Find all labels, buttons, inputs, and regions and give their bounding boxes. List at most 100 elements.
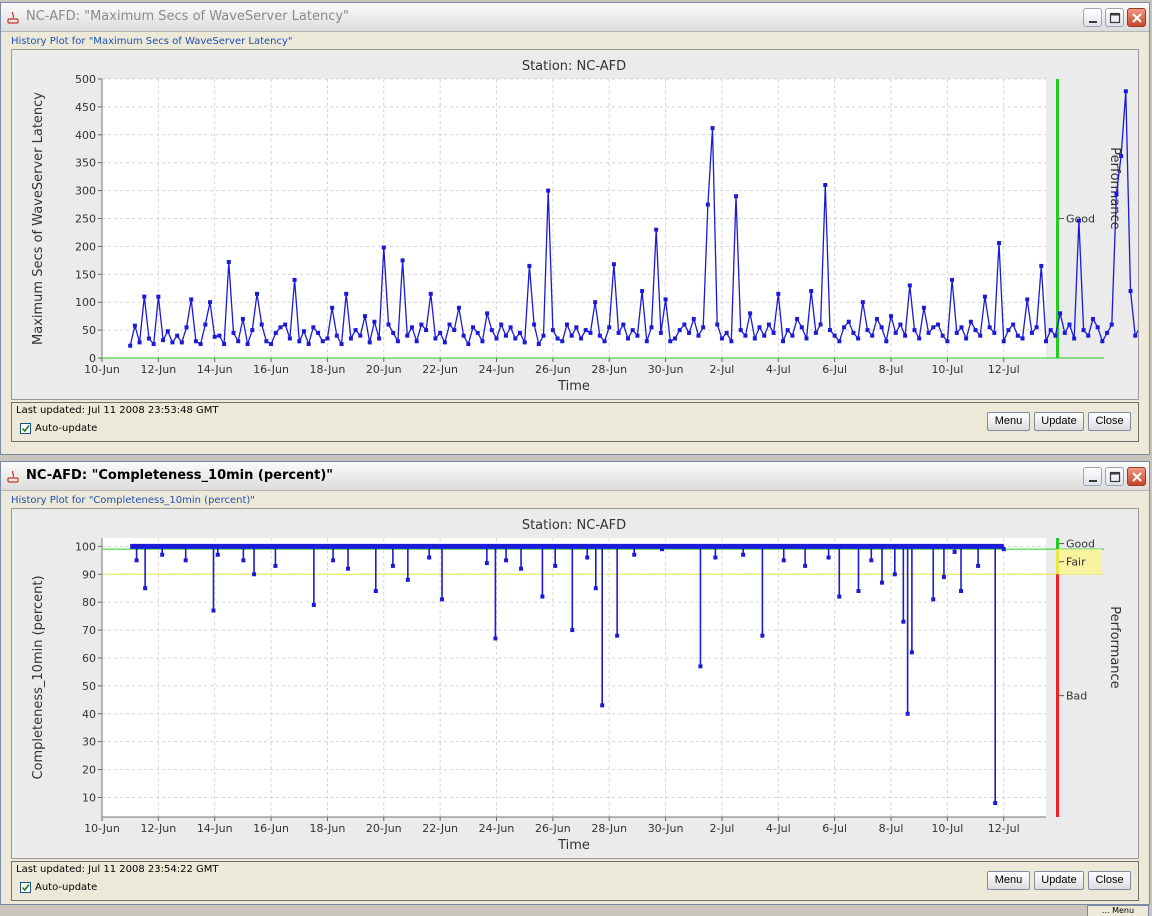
- data-point: [260, 323, 264, 327]
- window-content: History Plot for "Completeness_10min (pe…: [5, 492, 1145, 900]
- close-window-button[interactable]: [1127, 467, 1146, 486]
- x-tick-label: 14-Jun: [197, 363, 233, 376]
- menu-button[interactable]: Menu: [987, 871, 1030, 890]
- x-tick-label: 12-Jun: [140, 822, 176, 835]
- data-point: [1025, 297, 1029, 301]
- window-content: History Plot for "Maximum Secs of WaveSe…: [5, 33, 1145, 450]
- check-icon: [21, 424, 30, 433]
- data-point: [194, 339, 198, 343]
- x-tick-label: 4-Jul: [766, 822, 791, 835]
- checkbox-box[interactable]: [20, 423, 31, 434]
- y-tick-label: 30: [82, 736, 96, 749]
- y-tick-label: 40: [82, 708, 96, 721]
- data-point: [635, 334, 639, 338]
- data-point: [978, 334, 982, 338]
- data-point: [615, 634, 619, 638]
- data-point: [931, 325, 935, 329]
- data-point: [1063, 331, 1067, 335]
- minimize-button[interactable]: [1083, 8, 1102, 27]
- data-point: [955, 331, 959, 335]
- data-point: [1002, 339, 1006, 343]
- x-tick-label: 18-Jun: [310, 822, 346, 835]
- performance-axis-label: Performance: [1107, 606, 1122, 688]
- data-point: [706, 203, 710, 207]
- y-tick-label: 100: [75, 540, 96, 553]
- data-point: [499, 323, 503, 327]
- data-point: [856, 336, 860, 340]
- data-point: [748, 311, 752, 315]
- x-tick-label: 12-Jul: [988, 363, 1020, 376]
- data-point: [917, 336, 921, 340]
- background-window-stub[interactable]: ... Menu: [1087, 905, 1149, 916]
- data-point: [866, 328, 870, 332]
- close-button[interactable]: Close: [1088, 412, 1131, 431]
- close-window-button[interactable]: [1127, 8, 1146, 27]
- data-point: [912, 328, 916, 332]
- data-point: [283, 323, 287, 327]
- plot-area: [102, 538, 1046, 817]
- maximize-button[interactable]: [1105, 467, 1124, 486]
- title-bar[interactable]: NC-AFD: "Completeness_10min (percent)": [1, 462, 1149, 491]
- data-point: [837, 339, 841, 343]
- data-point: [424, 328, 428, 332]
- maximize-button[interactable]: [1105, 8, 1124, 27]
- data-point: [227, 260, 231, 264]
- data-point: [325, 336, 329, 340]
- data-point: [795, 317, 799, 321]
- data-point: [382, 246, 386, 250]
- data-point: [142, 295, 146, 299]
- menu-button[interactable]: Menu: [987, 412, 1030, 431]
- close-icon: [1128, 9, 1147, 28]
- x-tick-label: 22-Jun: [422, 822, 458, 835]
- x-tick-label: 8-Jul: [879, 363, 904, 376]
- data-point: [493, 636, 497, 640]
- data-point: [894, 331, 898, 335]
- update-button[interactable]: Update: [1034, 871, 1084, 890]
- minimize-button[interactable]: [1083, 467, 1102, 486]
- maximize-icon: [1106, 468, 1125, 487]
- plot-label: History Plot for "Maximum Secs of WaveSe…: [11, 36, 293, 47]
- close-button[interactable]: Close: [1088, 871, 1131, 890]
- data-point: [570, 628, 574, 632]
- data-point: [696, 334, 700, 338]
- data-point: [969, 320, 973, 324]
- data-point: [631, 328, 635, 332]
- data-point: [128, 344, 132, 348]
- latency-chart-svg: Station: NC-AFD0501001502002503003504004…: [12, 50, 1138, 399]
- data-point: [687, 331, 691, 335]
- java-icon: [6, 469, 20, 483]
- completeness-window: NC-AFD: "Completeness_10min (percent)" H…: [0, 461, 1150, 905]
- auto-update-label: Auto-update: [35, 423, 97, 434]
- data-point: [241, 558, 245, 562]
- plot-label: History Plot for "Completeness_10min (pe…: [11, 495, 255, 506]
- data-point: [1002, 547, 1006, 551]
- data-point: [560, 339, 564, 343]
- data-point: [809, 289, 813, 293]
- data-point: [936, 323, 940, 327]
- data-point: [941, 334, 945, 338]
- title-bar[interactable]: NC-AFD: "Maximum Secs of WaveServer Late…: [1, 3, 1149, 32]
- update-button[interactable]: Update: [1034, 412, 1084, 431]
- data-point: [415, 339, 419, 343]
- data-point: [678, 328, 682, 332]
- x-tick-label: 2-Jul: [710, 363, 735, 376]
- data-point: [264, 339, 268, 343]
- x-tick-label: 6-Jul: [822, 363, 847, 376]
- auto-update-checkbox[interactable]: Auto-update: [20, 423, 97, 434]
- y-tick-label: 200: [75, 240, 96, 253]
- checkbox-box[interactable]: [20, 882, 31, 893]
- chart-title: Station: NC-AFD: [522, 59, 626, 74]
- data-point: [997, 241, 1001, 245]
- data-point: [767, 323, 771, 327]
- auto-update-checkbox[interactable]: Auto-update: [20, 882, 97, 893]
- data-point: [772, 331, 776, 335]
- last-updated-text: Last updated: Jul 11 2008 23:53:48 GMT: [16, 405, 219, 416]
- window-title: NC-AFD: "Completeness_10min (percent)": [26, 468, 333, 483]
- data-point: [1039, 264, 1043, 268]
- data-point: [753, 336, 757, 340]
- x-tick-label: 22-Jun: [422, 363, 458, 376]
- minimize-icon: [1084, 9, 1103, 28]
- x-tick-label: 18-Jun: [310, 363, 346, 376]
- data-point: [725, 331, 729, 335]
- data-point: [213, 335, 217, 339]
